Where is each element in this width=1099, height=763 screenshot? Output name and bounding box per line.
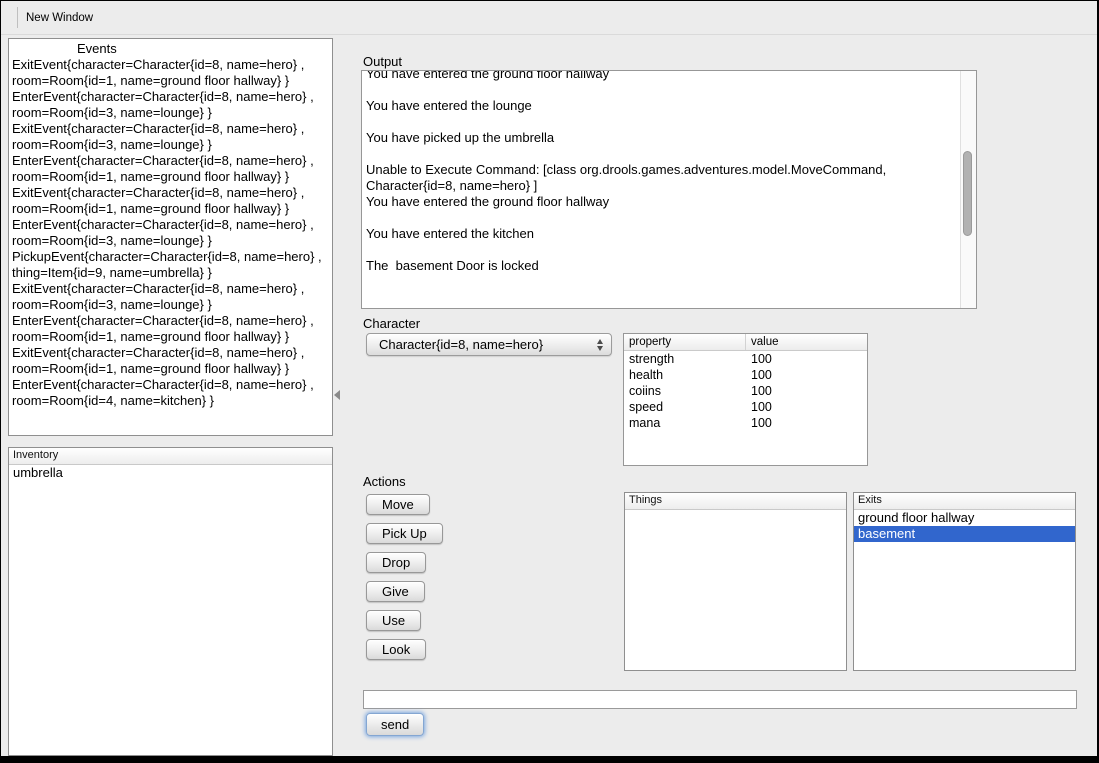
exits-panel: Exits ground floor hallwaybasement (853, 492, 1076, 671)
event-list-item[interactable]: PickupEvent{character=Character{id=8, na… (12, 249, 330, 281)
new-window-button[interactable]: New Window (26, 12, 93, 24)
inventory-panel: Inventory umbrella (8, 447, 333, 756)
action-button-use[interactable]: Use (366, 610, 421, 631)
event-list-item[interactable]: EnterEvent{character=Character{id=8, nam… (12, 217, 330, 249)
character-property-table: property value strength100health100coiin… (623, 333, 868, 466)
splitter-collapse-icon[interactable] (334, 390, 340, 400)
events-panel: Events ExitEvent{character=Character{id=… (8, 38, 333, 436)
inventory-list[interactable]: umbrella (9, 465, 332, 481)
table-cell: speed (624, 399, 746, 415)
table-cell: mana (624, 415, 746, 431)
output-scrollbar-thumb[interactable] (963, 151, 972, 236)
action-button-drop[interactable]: Drop (366, 552, 426, 573)
table-cell: health (624, 367, 746, 383)
event-list-item[interactable]: EnterEvent{character=Character{id=8, nam… (12, 377, 330, 409)
character-select[interactable]: Character{id=8, name=hero} (366, 333, 612, 356)
table-row[interactable]: health100 (624, 367, 867, 383)
event-list-item[interactable]: ExitEvent{character=Character{id=8, name… (12, 281, 330, 313)
event-list-item[interactable]: ExitEvent{character=Character{id=8, name… (12, 345, 330, 377)
send-button[interactable]: send (366, 713, 424, 736)
table-header-property[interactable]: property (624, 334, 746, 350)
toolbar-handle (17, 7, 18, 28)
table-body: strength100health100coiins100speed100man… (624, 351, 867, 431)
things-panel: Things (624, 492, 847, 671)
output-text: You have entered the ground floor hallwa… (366, 70, 956, 274)
events-panel-title: Events (9, 39, 332, 57)
event-list-item[interactable]: ExitEvent{character=Character{id=8, name… (12, 57, 330, 89)
inventory-header: Inventory (9, 448, 332, 465)
action-button-move[interactable]: Move (366, 494, 430, 515)
exits-list[interactable]: ground floor hallwaybasement (854, 510, 1075, 542)
table-header-row: property value (624, 334, 867, 351)
combo-stepper-icon (592, 339, 608, 351)
table-cell: 100 (746, 399, 867, 415)
action-button-pick-up[interactable]: Pick Up (366, 523, 443, 544)
toolbar: New Window (1, 1, 1097, 35)
table-row[interactable]: coiins100 (624, 383, 867, 399)
events-list[interactable]: ExitEvent{character=Character{id=8, name… (9, 57, 332, 409)
output-area[interactable]: You have entered the ground floor hallwa… (361, 70, 977, 309)
action-button-give[interactable]: Give (366, 581, 425, 602)
table-cell: 100 (746, 415, 867, 431)
table-cell: 100 (746, 383, 867, 399)
application-window: New Window Events ExitEvent{character=Ch… (1, 1, 1097, 756)
table-cell: coiins (624, 383, 746, 399)
event-list-item[interactable]: ExitEvent{character=Character{id=8, name… (12, 121, 330, 153)
output-scrollbar[interactable] (960, 71, 976, 308)
table-row[interactable]: speed100 (624, 399, 867, 415)
table-cell: strength (624, 351, 746, 367)
inventory-item[interactable]: umbrella (9, 465, 332, 481)
table-header-value[interactable]: value (746, 336, 867, 348)
event-list-item[interactable]: EnterEvent{character=Character{id=8, nam… (12, 89, 330, 121)
table-cell: 100 (746, 351, 867, 367)
character-label: Character (363, 316, 420, 331)
table-row[interactable]: mana100 (624, 415, 867, 431)
exit-item[interactable]: ground floor hallway (854, 510, 1075, 526)
exits-header: Exits (854, 493, 1075, 510)
exit-item[interactable]: basement (854, 526, 1075, 542)
table-row[interactable]: strength100 (624, 351, 867, 367)
table-cell: 100 (746, 367, 867, 383)
event-list-item[interactable]: EnterEvent{character=Character{id=8, nam… (12, 153, 330, 185)
actions-label: Actions (363, 474, 406, 489)
event-list-item[interactable]: ExitEvent{character=Character{id=8, name… (12, 185, 330, 217)
actions-button-group: Move Pick Up Drop Give Use Look (366, 494, 443, 660)
event-list-item[interactable]: EnterEvent{character=Character{id=8, nam… (12, 313, 330, 345)
output-label: Output (363, 54, 402, 69)
command-input[interactable] (363, 690, 1077, 709)
action-button-look[interactable]: Look (366, 639, 426, 660)
character-select-value: Character{id=8, name=hero} (367, 337, 592, 352)
things-header: Things (625, 493, 846, 510)
